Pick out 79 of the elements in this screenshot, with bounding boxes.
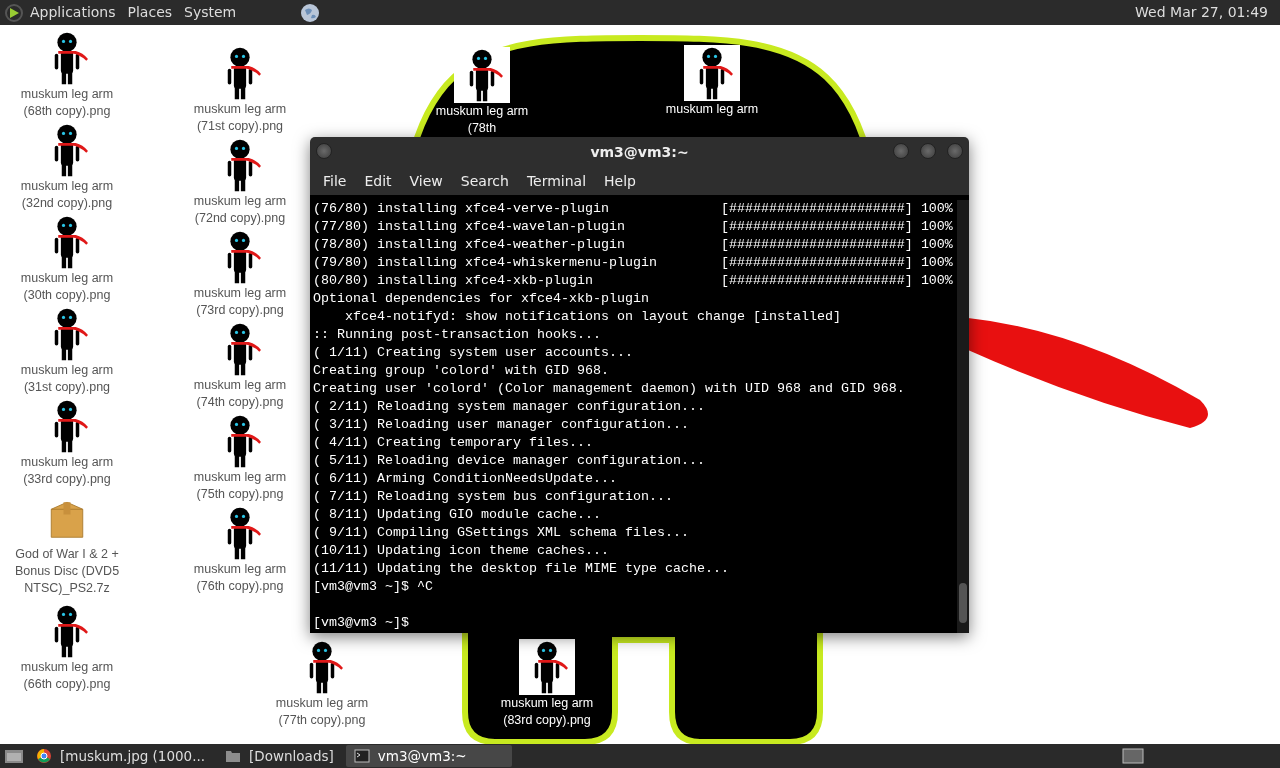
file-name[interactable]: muskum leg arm (73rd copy).png [182, 285, 298, 319]
menu-item[interactable]: Help [595, 170, 645, 192]
file-name[interactable]: muskum leg arm (66th copy).png [9, 659, 125, 693]
menu-item[interactable]: Edit [355, 170, 401, 192]
terminal-line: [vm3@vm3 ~]$ ^C [313, 579, 433, 594]
terminal-line: (10/11) Updating icon theme caches... [313, 543, 609, 558]
terminal-line: Creating user 'colord' (Color management daemon) with UID 968 and GID 968. [313, 381, 905, 396]
progress-text: [######################] [720, 255, 913, 270]
menu-item[interactable]: Terminal [517, 170, 596, 192]
terminal-line: (11/11) Updating the desktop file MIME type cache... [313, 561, 729, 576]
file-name[interactable]: God of War I & 2 + Bonus Disc (DVD5 NTSC)_PS2.7z [9, 546, 125, 597]
panel-menu[interactable]: Places [121, 2, 179, 23]
percent-text: 100% [920, 201, 953, 216]
terminal-line: Creating group 'colord' with GID 968. [313, 363, 609, 378]
launcher-icon[interactable] [4, 2, 24, 23]
percent-text: 100% [920, 255, 953, 270]
menu-item[interactable]: Search [451, 170, 518, 192]
image-thumbnail[interactable] [519, 639, 575, 695]
terminal-line: (80/80) installing xfce4-xkb-plugin [313, 272, 594, 290]
file-name[interactable]: muskum leg arm (71st copy).png [182, 101, 298, 135]
percent-text: 100% [920, 219, 953, 234]
percent-text: 100% [920, 237, 953, 252]
taskbar-button[interactable]: [muskum.jpg (1000... [28, 745, 214, 767]
browser-icon [36, 748, 52, 764]
terminal-line: ( 5/11) Reloading device manager configuration... [313, 453, 705, 468]
file-name[interactable]: muskum leg arm (33rd copy).png [9, 454, 125, 488]
percent-text: 100% [920, 273, 953, 288]
image-thumbnail[interactable] [454, 47, 510, 103]
terminal-icon [353, 748, 370, 764]
terminal-line: ( 1/11) Creating system user accounts... [313, 345, 633, 360]
terminal-line: [vm3@vm3 ~]$ [313, 615, 409, 630]
image-thumbnail[interactable] [684, 45, 740, 101]
file-name[interactable]: muskum leg arm (30th copy).png [9, 270, 125, 304]
terminal-line: ( 7/11) Reloading system bus configuration... [313, 489, 673, 504]
file-name[interactable]: muskum leg arm (32nd copy).png [9, 178, 125, 212]
menu-item[interactable]: File [314, 170, 356, 192]
terminal-line: ( 3/11) Reloading user manager configuration... [313, 417, 689, 432]
panel-menu[interactable]: Applications [24, 2, 122, 23]
taskbar-button[interactable]: vm3@vm3:~ [345, 745, 512, 767]
file-name[interactable]: muskum leg arm (83rd copy).png [489, 695, 605, 729]
file-name[interactable]: muskum leg arm (75th copy).png [182, 469, 298, 503]
globe-icon[interactable] [300, 2, 321, 23]
menu-item[interactable]: View [400, 170, 452, 192]
panel-menu[interactable]: System [178, 2, 243, 23]
terminal-line: Optional dependencies for xfce4-xkb-plugin [313, 291, 649, 306]
file-name[interactable]: muskum leg arm (76th copy).png [182, 561, 298, 595]
window-title: vm3@vm3:~ [590, 142, 689, 162]
folder-icon [225, 748, 242, 764]
terminal-line: xfce4-notifyd: show notifications on layout change [installed] [344, 309, 841, 324]
progress-text: [######################] [720, 201, 913, 216]
progress-text: [######################] [720, 237, 913, 252]
progress-text: [######################] [720, 219, 913, 234]
show-desktop-icon[interactable] [1122, 747, 1144, 765]
clock-text[interactable]: Wed Mar 27, 01:49 [1135, 2, 1268, 23]
terminal-line: ( 6/11) Arming ConditionNeedsUpdate... [313, 471, 617, 486]
progress-text: [######################] [720, 273, 913, 288]
close-button[interactable] [947, 143, 963, 159]
terminal-line: (76/80) installing xfce4-verve-plugin [313, 200, 610, 218]
scrollbar[interactable] [957, 200, 969, 633]
terminal-line: ( 9/11) Compiling GSettings XML schema files... [313, 525, 689, 540]
terminal-line: ( 2/11) Reloading system manager configuration... [313, 399, 705, 414]
taskbar-button[interactable]: [Downloads] [217, 745, 342, 767]
terminal-line: (79/80) installing xfce4-whiskermenu-plugin [313, 254, 658, 272]
file-name[interactable]: muskum leg arm (74th copy).png [182, 377, 298, 411]
terminal-line: ( 8/11) Updating GIO module cache... [313, 507, 601, 522]
file-name[interactable]: muskum leg arm (68th copy).png [9, 86, 125, 120]
maximize-button[interactable] [920, 143, 936, 159]
minimize-button[interactable] [893, 143, 909, 159]
desktop-folder-icon[interactable] [4, 747, 24, 765]
file-name[interactable]: muskum leg arm (78th [424, 103, 540, 137]
terminal-line: ( 4/11) Creating temporary files... [313, 435, 593, 450]
window-menu-button[interactable] [316, 143, 332, 159]
file-name[interactable]: muskum leg arm (31st copy).png [9, 362, 125, 396]
file-name[interactable]: muskum leg arm (72nd copy).png [182, 193, 298, 227]
file-name[interactable]: muskum leg arm [665, 101, 759, 118]
terminal-line: :: Running post-transaction hooks... [313, 327, 601, 342]
terminal-line: (77/80) installing xfce4-wavelan-plugin [313, 218, 626, 236]
terminal-line: (78/80) installing xfce4-weather-plugin [313, 236, 626, 254]
file-name[interactable]: muskum leg arm (77th copy).png [264, 695, 380, 729]
